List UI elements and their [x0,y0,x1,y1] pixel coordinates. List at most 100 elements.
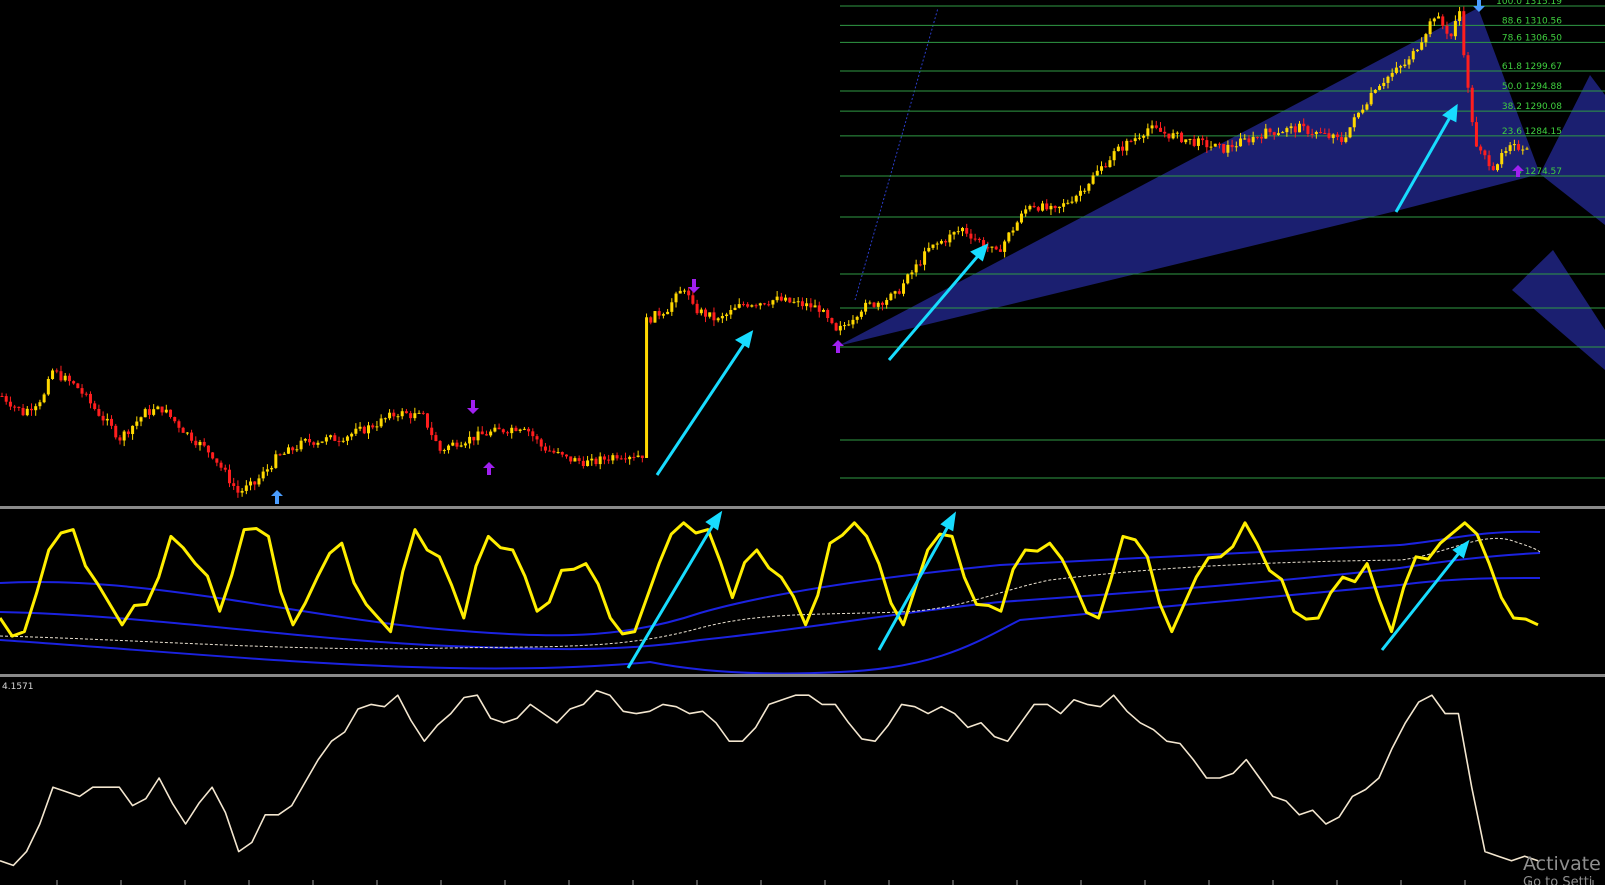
candle-body [931,244,935,248]
candle-body [126,431,130,435]
panel-separator[interactable] [0,506,1605,509]
candle-body [1331,134,1335,139]
candle-body [303,439,307,441]
candle-body [1112,151,1116,161]
candle-body [716,318,720,321]
candle-body [1209,146,1213,148]
fib-level-label: 88.6 1310.56 [1502,16,1562,26]
candle-body [1116,146,1120,152]
candle-body [678,290,682,294]
candle-body [38,402,42,407]
candle-body [809,303,813,308]
candle-body [1074,195,1078,202]
candle-body [826,309,830,319]
candle-body [1441,16,1445,26]
candle-body [1411,51,1415,60]
candle-body [21,407,25,416]
candle-body [998,249,1002,252]
candle-body [1470,87,1474,123]
candle-body [1070,201,1074,203]
candle-body [1150,125,1154,129]
candle-body [1382,82,1386,87]
candle-body [232,483,236,487]
candle-body [741,304,745,306]
candle-body [29,408,33,411]
candle-body [1196,138,1200,146]
candle-body [227,469,231,484]
candle-body [1378,86,1382,90]
candle-body [1487,155,1491,167]
candle-body [914,264,918,273]
candle-body [173,416,177,422]
candle-body [8,401,12,407]
candle-body [13,406,17,408]
candle-body [223,467,227,470]
candle-body [409,413,413,419]
candle-body [1125,140,1129,151]
candle-body [535,436,539,440]
candle-body [413,413,417,419]
candle-body [135,421,139,426]
candle-body [1386,76,1390,83]
candle-body [438,440,442,451]
candle-body [1504,150,1508,153]
candle-body [619,458,623,460]
candle-body [510,427,514,434]
candle-body [1365,104,1369,110]
candle-body [451,442,455,446]
candle-body [1399,66,1403,68]
candle-body [63,375,67,381]
candle-body [1032,205,1036,208]
candle-body [388,412,392,419]
candle-body [51,370,55,379]
candle-body [758,303,762,306]
candle-body [640,455,644,458]
candle-body [1133,138,1137,142]
trading-chart[interactable]: 100.0 1315.19 88.6 1310.56 78.6 1306.50 61.… [0,0,1605,885]
candle-body [345,436,349,441]
candle-body [308,439,312,443]
candle-body [463,443,467,446]
candle-body [1394,67,1398,73]
candle-body [497,427,501,430]
candle-body [1276,133,1280,135]
candle-body [358,426,362,429]
candle-body [42,394,46,403]
candle-body [1015,222,1019,231]
candle-body [164,409,168,413]
candle-body [206,445,210,453]
panel-separator[interactable] [0,674,1605,677]
candle-body [131,425,135,435]
candle-body [194,440,198,446]
candle-body [76,383,80,389]
candle-body [767,304,771,306]
candle-body [973,238,977,240]
candle-body [653,311,657,323]
candle-body [1129,140,1133,142]
candle-body [796,301,800,303]
candle-body [556,452,560,454]
candle-body [729,310,733,315]
candle-body [779,296,783,301]
candle-body [400,411,404,417]
candle-body [1344,137,1348,142]
candle-body [484,434,488,436]
candle-body [295,449,299,451]
candle-body [539,439,543,447]
candle-body [1432,18,1436,22]
indicator-value-label: 4.1571 [2,682,34,692]
candle-body [1255,136,1259,138]
candle-body [695,303,699,314]
candle-body [1175,132,1179,134]
candle-body [691,295,695,304]
candle-body [1192,138,1196,146]
candle-body [240,490,244,493]
candle-body [1285,128,1289,133]
candle-body [847,324,851,326]
candle-body [249,481,253,486]
candle-body [969,233,973,239]
candle-body [404,411,408,414]
fib-level-label: 0 1274.57 [1516,167,1562,177]
candle-body [674,293,678,303]
candle-body [522,428,526,430]
